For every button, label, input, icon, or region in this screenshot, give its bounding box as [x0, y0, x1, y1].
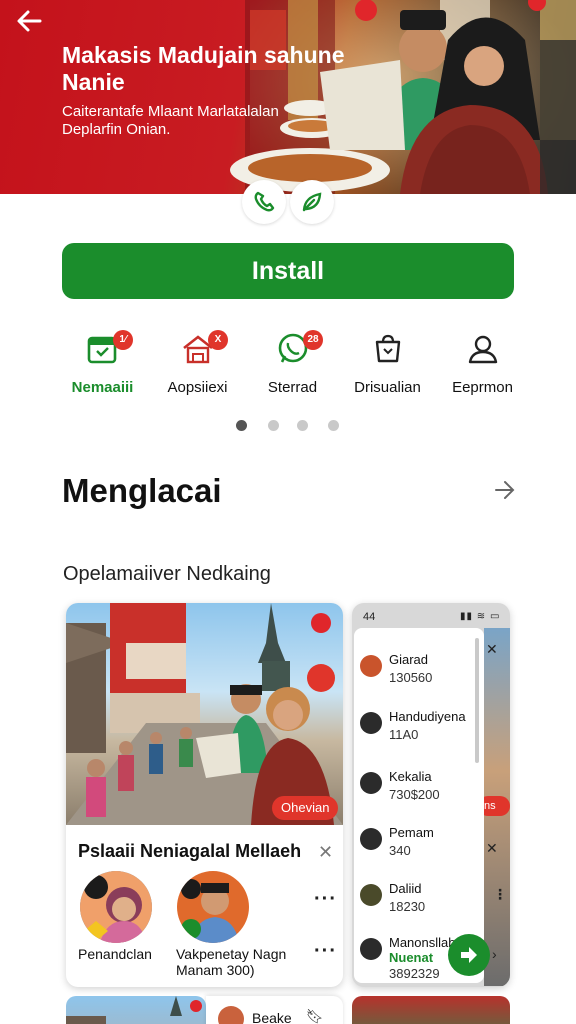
list-item[interactable]: Kekalia 730$200: [354, 768, 484, 824]
person-name: Penandclan: [78, 946, 152, 962]
signal-icon: ▮▮ ≋ ▭: [460, 611, 501, 622]
action-badge: 1⁄: [113, 330, 133, 350]
carousel-dot[interactable]: [236, 420, 247, 431]
person-name: Vakpenetay Nagn Manam 300): [176, 946, 287, 978]
chevron-right-icon[interactable]: [494, 478, 516, 502]
more-icon[interactable]: ···: [314, 888, 337, 911]
phone-list: Giarad 130560 Handudiyena 11A0 Kekalia 7…: [354, 628, 484, 983]
status-chip[interactable]: Ohevian: [272, 796, 339, 820]
action-aopsiiexi[interactable]: X Aopsiiexi: [150, 330, 245, 400]
close-icon[interactable]: ✕: [486, 641, 498, 658]
next-card-label: Beake: [252, 1010, 292, 1024]
item-icon: [360, 772, 382, 794]
action-label: Eeprmon: [452, 379, 513, 396]
more-vertical-icon[interactable]: ⋮: [493, 886, 507, 903]
list-item[interactable]: Pemam 340: [354, 824, 484, 880]
status-time: 44: [363, 611, 376, 623]
list-item[interactable]: Daliid 18230: [354, 880, 484, 936]
action-sterrad[interactable]: 28 Sterrad: [245, 330, 340, 400]
hero-photo: [230, 0, 576, 194]
action-label: Sterrad: [267, 379, 318, 396]
action-label: Nemaaiii: [71, 379, 134, 396]
action-badge: X: [208, 330, 228, 350]
item-value: Nuenat: [389, 950, 434, 965]
action-eeprmon[interactable]: Eeprmon: [435, 330, 530, 400]
next-card-photo[interactable]: [66, 996, 206, 1024]
hero-banner: Makasis Madujain sahune Nanie Caiteranta…: [0, 0, 576, 194]
phone-icon: [242, 180, 286, 224]
bag-icon: [371, 332, 405, 366]
back-arrow-icon[interactable]: [14, 6, 44, 36]
avatar[interactable]: [80, 871, 152, 943]
section-subtitle: Opelamaiiver Nedkaing: [63, 563, 271, 585]
item-name: Kekalia: [389, 769, 432, 784]
card-name: Pslaaii Neniagalal Mellaeh: [78, 841, 302, 861]
item-value: 18230: [389, 899, 426, 914]
hero-subtitle: Caiterantafe Mlaant Marlatalalan Deplarf…: [62, 103, 279, 138]
list-item[interactable]: Giarad 130560: [354, 651, 484, 707]
item-name: Pemam: [389, 825, 434, 840]
item-icon: [360, 655, 382, 677]
chevron-right-icon[interactable]: ›: [492, 946, 497, 962]
next-arrow-button[interactable]: [448, 934, 490, 976]
bookmark-icon[interactable]: 🔖︎: [306, 1008, 324, 1024]
action-drisualian[interactable]: Drisualian: [340, 330, 435, 400]
list-item[interactable]: Handudiyena 11A0: [354, 708, 484, 764]
more-icon[interactable]: ···: [314, 940, 337, 963]
featured-card[interactable]: Ohevian Pslaaii Neniagalal Mellaeh ✕ Pen…: [66, 603, 343, 987]
hero-title: Makasis Madujain sahune Nanie: [62, 42, 345, 95]
close-icon[interactable]: ✕: [318, 842, 333, 863]
carousel-dot[interactable]: [268, 420, 279, 431]
item-value: 11A0: [389, 727, 419, 742]
item-name: Handudiyena: [389, 709, 466, 724]
action-label: Drisualian: [354, 379, 421, 396]
carousel-dots[interactable]: [236, 420, 346, 432]
item-icon: [360, 938, 382, 960]
action-badge: 28: [303, 330, 323, 350]
next-card-photo[interactable]: [352, 996, 510, 1024]
action-nemaaiii[interactable]: 1⁄ Nemaaiii: [55, 330, 150, 400]
close-icon[interactable]: ✕: [486, 840, 498, 857]
item-name: Manonsllab: [389, 935, 456, 950]
carousel-dot[interactable]: [297, 420, 308, 431]
person-icon: [466, 332, 500, 366]
section-title: Menglacai: [62, 472, 222, 509]
action-label: Aopsiiexi: [167, 379, 228, 396]
item-value-secondary: 3892329: [389, 966, 440, 981]
next-card-header[interactable]: Beake 🔖︎: [206, 996, 343, 1024]
item-value: 340: [389, 843, 411, 858]
item-name: Daliid: [389, 881, 422, 896]
item-name: Giarad: [389, 652, 429, 667]
phone-preview-card[interactable]: 44 ▮▮ ≋ ▭ ✕ ✕ ⋮ ns › Giarad 130560 Handu…: [352, 603, 510, 987]
item-value: 130560: [389, 670, 433, 685]
item-icon: [360, 884, 382, 906]
avatar: [218, 1006, 244, 1024]
item-icon: [360, 828, 382, 850]
carousel-dot[interactable]: [328, 420, 339, 431]
hero-logo-badge: [242, 180, 334, 224]
quick-actions: 1⁄ Nemaaiii X Aopsiiexi 28 Sterrad Drisu…: [55, 330, 530, 400]
item-value: 730$200: [389, 787, 440, 802]
card-photo: [66, 603, 343, 825]
leaf-icon: [290, 180, 334, 224]
item-icon: [360, 712, 382, 734]
avatar[interactable]: [177, 871, 249, 943]
install-button[interactable]: Install: [62, 243, 514, 299]
